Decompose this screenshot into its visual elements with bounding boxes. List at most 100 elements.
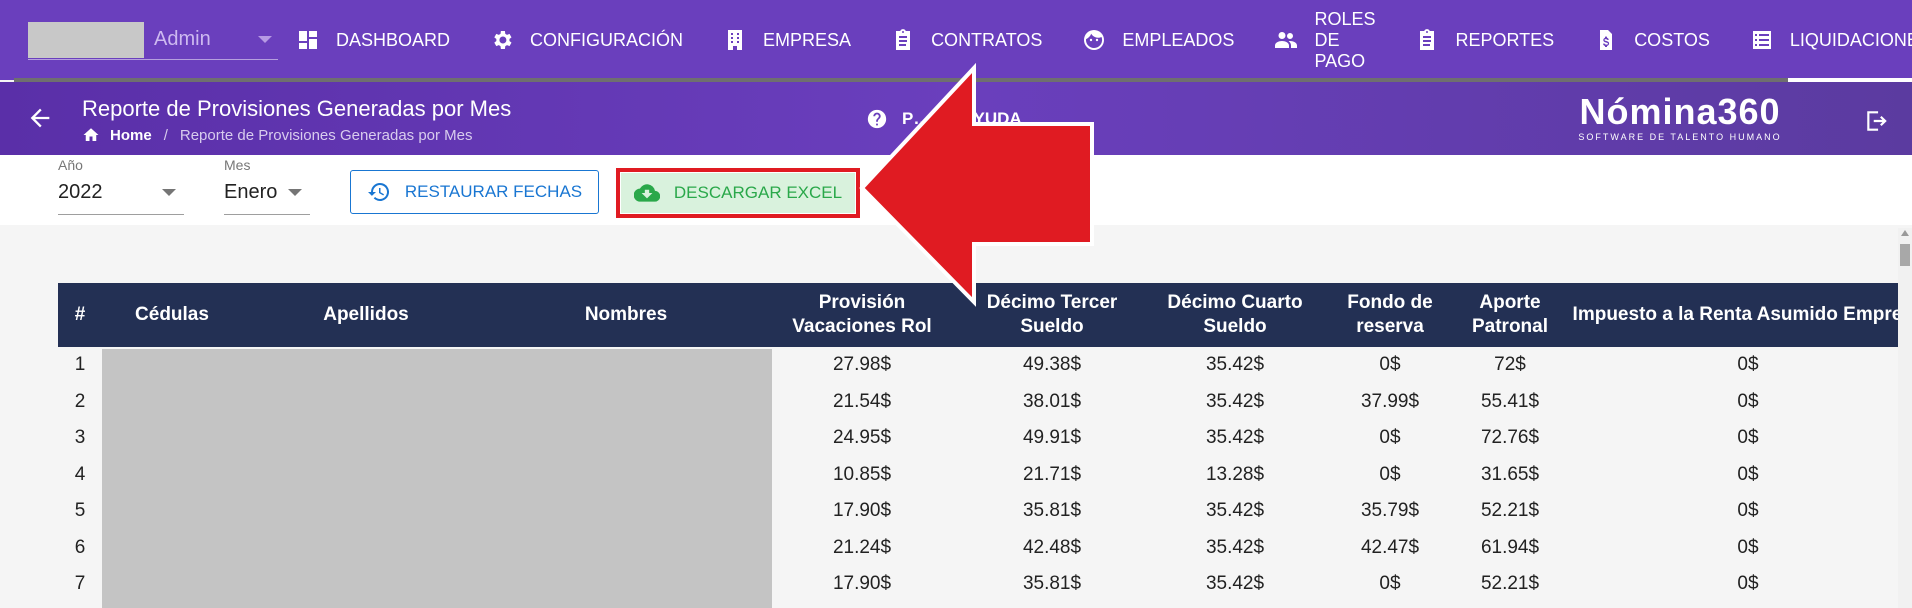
month-label: Mes (224, 157, 251, 173)
col-header-apellidos[interactable]: Apellidos (242, 283, 490, 347)
logout-icon[interactable] (1864, 108, 1890, 134)
scrollbar-thumb[interactable] (1900, 244, 1910, 266)
cloud-download-icon (633, 184, 660, 202)
cell-aporte-patronal: 52.21$ (1480, 573, 1540, 595)
redacted-names-block (102, 349, 772, 608)
breadcrumb-current: Reporte de Provisiones Generadas por Mes (179, 126, 473, 144)
cell-vacaciones: 27.98$ (832, 354, 892, 376)
page-header: Reporte de Provisiones Generadas por Mes… (0, 82, 1912, 155)
col-header-decimo-cuarto[interactable]: Décimo Cuarto Sueldo (1142, 283, 1328, 347)
cell-decimo-cuarto: 35.42$ (1205, 427, 1265, 449)
breadcrumb-separator: / (163, 126, 168, 144)
cell-vacaciones: 21.54$ (832, 390, 892, 412)
face-icon (1082, 28, 1106, 52)
vertical-scrollbar[interactable] (1898, 228, 1912, 608)
breadcrumb-home[interactable]: Home (82, 126, 152, 144)
nav-label: COSTOS (1634, 29, 1710, 50)
year-select[interactable]: Año 2022 (58, 155, 184, 215)
help-link[interactable]: P… DE AYUDA (866, 108, 1022, 130)
nav-item-reportes[interactable]: REPORTES (1415, 0, 1554, 80)
col-header-num[interactable]: # (58, 283, 102, 347)
cell-impuesto: 0$ (1737, 354, 1759, 376)
nav-label: CONTRATOS (931, 29, 1043, 50)
provisions-table-container: # Cédulas Apellidos Nombres Provisión Va… (58, 283, 1898, 608)
home-icon (83, 128, 99, 141)
help-icon (867, 109, 887, 129)
filter-bar: Año 2022 Mes Enero RESTAURAR FECHAS DESC… (0, 155, 1912, 225)
col-header-impuesto[interactable]: Impuesto a la Renta Asumido Empresa (1568, 283, 1898, 347)
cell-decimo-tercer: 49.91$ (1022, 427, 1082, 449)
cell-aporte-patronal: 72$ (1494, 354, 1526, 376)
top-navbar: Admin DASHBOARD CONFIGURACIÓN EMPRESA CO… (0, 0, 1912, 80)
cell-num: 3 (74, 427, 86, 449)
cell-aporte-patronal: 72.76$ (1480, 427, 1540, 449)
month-value: Enero (224, 181, 278, 203)
nav-label: ROLES DE PAGO (1314, 8, 1376, 71)
cell-aporte-patronal: 61.94$ (1480, 536, 1540, 558)
clipboard-icon (891, 28, 915, 52)
cell-vacaciones: 10.85$ (832, 463, 892, 485)
col-header-cedulas[interactable]: Cédulas (102, 283, 242, 347)
back-arrow-icon[interactable] (26, 104, 54, 132)
caret-down-icon[interactable] (258, 36, 272, 43)
col-header-vacaciones[interactable]: Provisión Vacaciones Rol (762, 283, 962, 347)
cell-decimo-cuarto: 35.42$ (1205, 500, 1265, 522)
cell-aporte-patronal: 52.21$ (1480, 500, 1540, 522)
breadcrumb: Home / Reporte de Provisiones Generadas … (82, 126, 473, 144)
nav-item-empleados[interactable]: EMPLEADOS (1082, 0, 1234, 80)
cell-fondo-reserva: 35.79$ (1360, 500, 1420, 522)
nav-item-configuracion[interactable]: CONFIGURACIÓN (490, 0, 683, 80)
cell-impuesto: 0$ (1737, 500, 1759, 522)
nav-item-roles-de-pago[interactable]: ROLES DE PAGO (1274, 0, 1375, 80)
cell-vacaciones: 17.90$ (832, 573, 892, 595)
user-menu[interactable]: Admin (28, 20, 278, 60)
cell-num: 6 (74, 536, 86, 558)
people-icon (1274, 28, 1298, 52)
nav-item-dashboard[interactable]: DASHBOARD (296, 0, 450, 80)
restore-dates-button[interactable]: RESTAURAR FECHAS (350, 170, 599, 214)
cell-decimo-tercer: 35.81$ (1022, 573, 1082, 595)
help-label: P… DE AYUDA (902, 109, 1022, 128)
nav-item-liquidaciones[interactable]: LIQUIDACIONES (1750, 0, 1912, 80)
gear-icon (490, 28, 514, 52)
col-header-nombres[interactable]: Nombres (490, 283, 762, 347)
cell-aporte-patronal: 55.41$ (1480, 390, 1540, 412)
cell-num: 2 (74, 390, 86, 412)
year-value: 2022 (58, 181, 103, 203)
cell-impuesto: 0$ (1737, 463, 1759, 485)
col-header-decimo-tercer[interactable]: Décimo Tercer Sueldo (962, 283, 1142, 347)
nav-label: EMPRESA (763, 29, 852, 50)
nav-label: EMPLEADOS (1122, 29, 1235, 50)
month-select[interactable]: Mes Enero (224, 155, 310, 215)
cell-fondo-reserva: 0$ (1379, 573, 1401, 595)
breadcrumb-home-label: Home (110, 126, 152, 144)
restore-dates-label: RESTAURAR FECHAS (404, 182, 583, 201)
cell-num: 4 (74, 463, 86, 485)
scroll-up-arrow-icon[interactable] (1901, 230, 1909, 236)
nav-item-empresa[interactable]: EMPRESA (723, 0, 851, 80)
cell-decimo-tercer: 35.81$ (1022, 500, 1082, 522)
cell-num: 7 (74, 573, 86, 595)
nav-label: CONFIGURACIÓN (530, 29, 684, 50)
cell-impuesto: 0$ (1737, 427, 1759, 449)
col-header-aporte-patronal[interactable]: Aporte Patronal (1452, 283, 1568, 347)
caret-down-icon (288, 189, 302, 196)
nav-item-costos[interactable]: COSTOS (1594, 0, 1710, 80)
cell-decimo-cuarto: 13.28$ (1205, 463, 1265, 485)
brand-name: Nómina360 (1579, 91, 1781, 132)
cell-num: 1 (74, 354, 86, 376)
nav-label: REPORTES (1455, 29, 1555, 50)
nav-item-contratos[interactable]: CONTRATOS (891, 0, 1042, 80)
cell-decimo-tercer: 38.01$ (1022, 390, 1082, 412)
cell-fondo-reserva: 37.99$ (1360, 390, 1420, 412)
user-name: Admin (154, 28, 211, 50)
cell-vacaciones: 24.95$ (832, 427, 892, 449)
cell-fondo-reserva: 0$ (1379, 463, 1401, 485)
cell-impuesto: 0$ (1737, 573, 1759, 595)
history-icon (367, 182, 389, 201)
download-excel-button[interactable]: DESCARGAR EXCEL (621, 173, 855, 213)
table-header-row: # Cédulas Apellidos Nombres Provisión Va… (58, 283, 1898, 347)
col-header-fondo-reserva[interactable]: Fondo de reserva (1328, 283, 1452, 347)
cell-fondo-reserva: 0$ (1379, 427, 1401, 449)
cell-decimo-tercer: 21.71$ (1022, 463, 1082, 485)
